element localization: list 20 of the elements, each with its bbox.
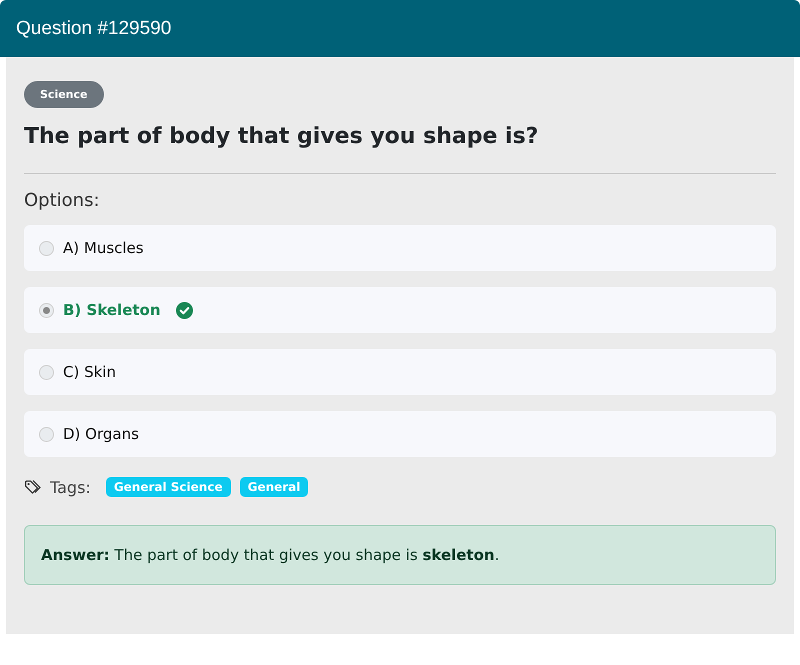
radio-button[interactable] [39,426,54,442]
question-text: The part of body that gives you shape is? [24,124,540,149]
answer-text: Answer: The part of body that gives you shape is skeleton. [41,546,500,564]
category-badge: Science [24,81,104,108]
option-row[interactable]: A) Muscles [24,225,776,271]
option-row[interactable]: B) Skeleton [24,287,776,333]
radio-button[interactable] [39,240,54,256]
tags-label: Tags: [50,478,91,496]
tags-icon [24,478,41,496]
option-label: D) Organs [63,425,139,443]
question-title: Question #129590 [16,18,172,40]
option-label: C) Skin [63,363,116,381]
options-label: Options: [24,190,101,211]
check-circle-icon [176,302,193,318]
radio-button[interactable] [39,364,54,380]
option-label: B) Skeleton [63,301,161,319]
radio-button[interactable] [39,302,54,318]
option-row[interactable]: D) Organs [24,411,776,457]
option-label: A) Muscles [63,239,144,257]
option-row[interactable]: C) Skin [24,349,776,395]
